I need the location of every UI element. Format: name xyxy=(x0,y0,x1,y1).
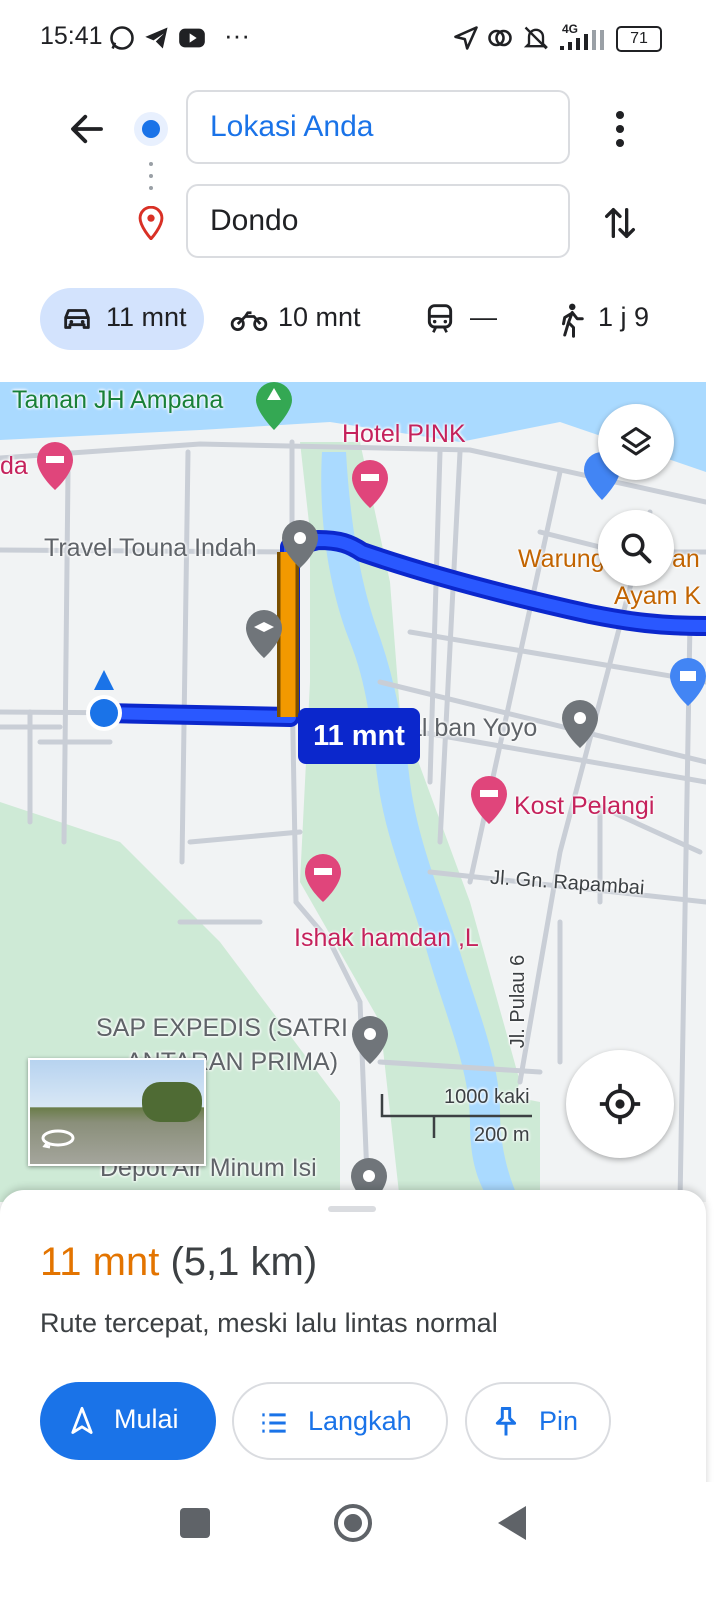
route-eta-badge[interactable]: 11 mnt xyxy=(298,708,420,764)
route-distance: (5,1 km) xyxy=(170,1240,318,1284)
back-arrow-icon[interactable] xyxy=(66,108,108,150)
atm-pin-icon xyxy=(670,658,706,706)
map-label-kost: Kost Pelangi xyxy=(514,792,655,820)
mode-motorcycle-label: 10 mnt xyxy=(278,302,361,332)
steps-label: Langkah xyxy=(308,1406,412,1436)
start-label: Mulai xyxy=(114,1404,179,1434)
system-nav-bar xyxy=(0,1482,720,1600)
walk-icon xyxy=(562,303,584,338)
steps-button[interactable]: Langkah xyxy=(232,1382,448,1460)
start-button[interactable]: Mulai xyxy=(40,1382,216,1460)
signal-icon xyxy=(560,30,604,50)
home-button[interactable] xyxy=(332,1502,374,1544)
rotate-360-icon xyxy=(41,1129,75,1149)
street-view-trees xyxy=(142,1082,202,1122)
route-dots xyxy=(149,162,153,190)
map-label-road-pulau: Jl. Pulau 6 xyxy=(507,954,530,1049)
street-view-thumbnail[interactable] xyxy=(28,1058,206,1166)
scale-metric: 200 m xyxy=(474,1124,530,1146)
swap-icon[interactable] xyxy=(600,202,640,244)
pin-icon xyxy=(495,1406,517,1436)
mode-car-label: 11 mnt xyxy=(106,302,187,332)
destination-field[interactable]: Dondo xyxy=(186,184,570,258)
layers-icon xyxy=(621,427,651,456)
whatsapp-icon xyxy=(110,26,134,50)
route-description: Rute tercepat, meski lalu lintas normal xyxy=(40,1308,498,1338)
crosshair-icon xyxy=(599,1083,641,1125)
kost-pin-icon xyxy=(471,776,507,824)
battery-level: 71 xyxy=(630,30,648,47)
origin-field[interactable]: Lokasi Anda xyxy=(186,90,570,164)
map-label-warung: Warung xyxy=(518,545,605,573)
battery-icon: 71 xyxy=(616,26,662,52)
map-label-sap-1: SAP EXPEDIS (SATRI xyxy=(96,1014,348,1042)
search-along-route-button[interactable] xyxy=(598,510,674,586)
status-bar: 15:41 ··· 4G 71 xyxy=(0,0,720,78)
map-label-travel: Travel Touna Indah xyxy=(44,534,257,562)
status-overflow: ··· xyxy=(224,20,250,50)
map-label-warung-2: an xyxy=(672,545,700,573)
train-icon xyxy=(427,304,453,333)
map-label-taman: Taman JH Ampana xyxy=(12,386,224,414)
youtube-icon xyxy=(179,28,205,48)
pin-button[interactable]: Pin xyxy=(465,1382,611,1460)
origin-value: Lokasi Anda xyxy=(210,110,374,143)
pin-label: Pin xyxy=(539,1406,579,1436)
hotspot-icon xyxy=(488,29,512,47)
more-options-icon[interactable] xyxy=(604,108,636,150)
map-view[interactable]: Taman JH Ampana da Hotel PINK Travel Tou… xyxy=(0,382,706,1202)
destination-value: Dondo xyxy=(210,204,299,237)
navigation-arrow-icon xyxy=(71,1406,93,1434)
list-icon xyxy=(262,1413,286,1433)
location-arrow-icon xyxy=(454,26,478,50)
origin-dot-icon xyxy=(134,112,168,146)
sheet-drag-handle[interactable] xyxy=(328,1206,376,1212)
school-pin-icon xyxy=(246,610,282,658)
tire-shop-pin-icon xyxy=(562,700,598,748)
map-label-hotel-pink: Hotel PINK xyxy=(342,420,466,448)
route-summary: 11 mnt (5,1 km) xyxy=(40,1240,317,1285)
telegram-icon xyxy=(145,27,168,49)
recents-button[interactable] xyxy=(180,1508,210,1538)
destination-pin-icon xyxy=(138,206,164,240)
map-label-ishak: Ishak hamdan ,L xyxy=(294,924,479,952)
map-label-yoyo: al ban Yoyo xyxy=(408,714,538,742)
map-label-hotel-left: da xyxy=(0,452,28,480)
car-icon xyxy=(64,309,90,329)
search-icon xyxy=(621,533,652,564)
heading-arrow-icon xyxy=(94,670,114,690)
status-time: 15:41 xyxy=(40,22,103,50)
route-time: 11 mnt xyxy=(40,1240,160,1284)
mode-transit-label: — xyxy=(470,302,497,332)
back-button[interactable] xyxy=(496,1504,528,1542)
my-location-button[interactable] xyxy=(566,1050,674,1158)
map-label-ayam: Ayam K xyxy=(614,582,702,610)
layers-button[interactable] xyxy=(598,404,674,480)
scale-imperial: 1000 kaki xyxy=(444,1086,530,1108)
sap-pin-icon xyxy=(352,1016,388,1064)
mode-walk-label: 1 j 9 xyxy=(598,302,650,332)
mute-bell-icon xyxy=(523,26,549,50)
motorcycle-icon xyxy=(230,311,268,331)
current-location-dot xyxy=(90,699,118,727)
